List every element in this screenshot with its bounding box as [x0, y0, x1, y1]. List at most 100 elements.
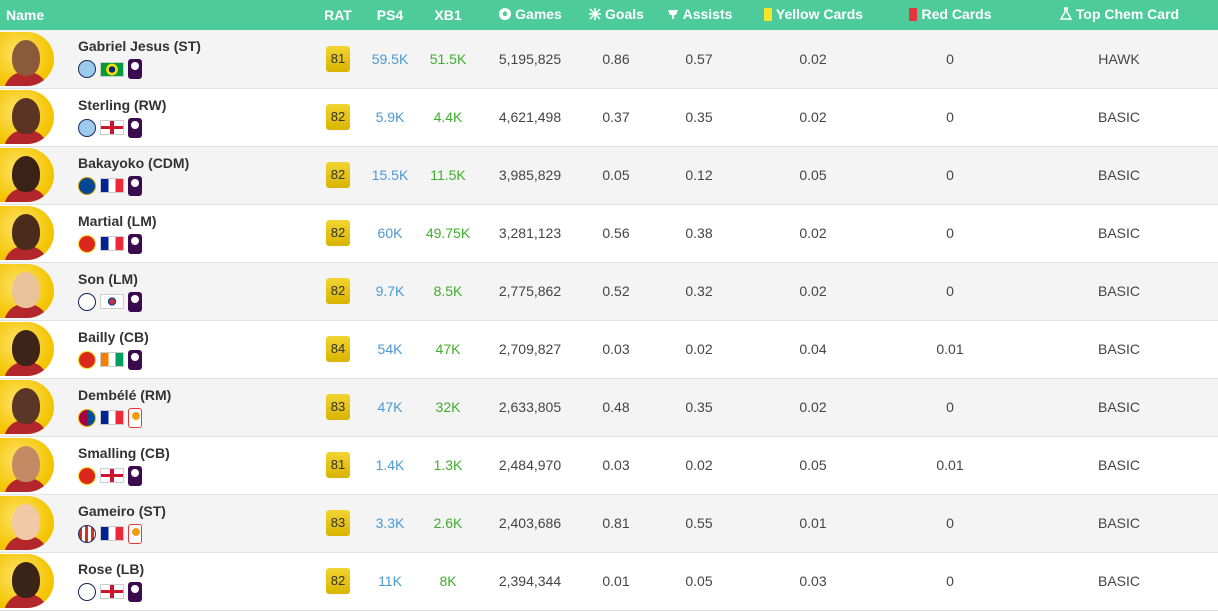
ps4-price: 47K: [377, 399, 403, 415]
soccer-ball-icon: [498, 7, 512, 24]
player-cell[interactable]: Gabriel Jesus (ST): [0, 30, 312, 88]
player-name[interactable]: Gabriel Jesus (ST): [78, 38, 201, 54]
column-header-rat[interactable]: RAT: [312, 0, 364, 30]
xb1-price: 51.5K: [429, 50, 467, 67]
player-cell[interactable]: Martial (LM): [0, 204, 312, 262]
header-rat-label: RAT: [324, 7, 352, 23]
header-xb1-label: XB1: [434, 7, 462, 23]
header-goals-label: Goals: [605, 6, 644, 22]
premier-league-logo: [128, 349, 142, 370]
player-name[interactable]: Martial (LM): [78, 213, 157, 229]
player-name[interactable]: Smalling (CB): [78, 445, 170, 461]
ps4-price: 59.5K: [371, 50, 409, 67]
column-header-games[interactable]: Games: [480, 0, 580, 30]
games-count: 2,709,827: [498, 341, 562, 357]
player-name[interactable]: Dembélé (RM): [78, 387, 171, 403]
rating-badge: 82: [326, 278, 350, 304]
games-count: 2,775,862: [498, 283, 562, 299]
header-assists-label: Assists: [682, 6, 733, 22]
player-avatar: [0, 264, 54, 318]
yellow-cards-value: 0.02: [799, 283, 827, 299]
column-header-red-cards[interactable]: Red Cards: [880, 0, 1020, 30]
player-name[interactable]: Son (LM): [78, 271, 142, 287]
rating-cell: 81: [312, 436, 364, 494]
xb1-price: 4.4K: [433, 109, 463, 125]
assist-shoe-icon: [666, 7, 680, 24]
table-row[interactable]: Rose (LB) 82 11K 8K 2,394,344 0.01 0.05 …: [0, 552, 1218, 610]
xb1-price: 47K: [435, 341, 461, 357]
assists-value: 0.05: [685, 573, 713, 589]
premier-league-logo: [128, 465, 142, 486]
rating-badge: 82: [326, 162, 350, 188]
assists-value: 0.02: [685, 457, 713, 473]
column-header-top-chem[interactable]: Top Chem Card: [1020, 0, 1218, 30]
xb1-price: 2.6K: [433, 515, 463, 531]
yellow-cards-value: 0.01: [799, 515, 827, 531]
table-row[interactable]: Bailly (CB) 84 54K 47K 2,709,827 0.03 0.…: [0, 320, 1218, 378]
assists-value: 0.32: [685, 283, 713, 299]
player-avatar: [0, 148, 54, 202]
yellow-cards-value: 0.02: [799, 399, 827, 415]
table-row[interactable]: Son (LM) 82 9.7K 8.5K 2,775,862 0.52 0.3…: [0, 262, 1218, 320]
yellow-cards-value: 0.02: [799, 225, 827, 241]
player-name[interactable]: Bailly (CB): [78, 329, 149, 345]
man-united-crest: [78, 466, 96, 485]
goals-value: 0.01: [602, 573, 630, 589]
xb1-price: 11.5K: [430, 167, 466, 183]
assists-value: 0.35: [685, 399, 713, 415]
top-chem-card: BASIC: [1097, 283, 1140, 299]
column-header-goals[interactable]: Goals: [580, 0, 652, 30]
player-name[interactable]: Gameiro (ST): [78, 503, 166, 519]
top-chem-card: HAWK: [1098, 50, 1140, 67]
player-stats-table: Name RAT PS4 XB1 Games Goals Assists Yel…: [0, 0, 1218, 611]
france-flag: [100, 410, 124, 425]
table-row[interactable]: Smalling (CB) 81 1.4K 1.3K 2,484,970 0.0…: [0, 436, 1218, 494]
red-cards-value: 0.01: [936, 341, 964, 357]
table-row[interactable]: Martial (LM) 82 60K 49.75K 3,281,123 0.5…: [0, 204, 1218, 262]
games-count: 2,394,344: [498, 573, 562, 589]
games-count: 2,633,805: [498, 399, 562, 415]
player-cell[interactable]: Smalling (CB): [0, 436, 312, 494]
flask-icon: [1059, 7, 1073, 24]
yellow-cards-value: 0.02: [799, 109, 827, 125]
yellow-cards-value: 0.04: [799, 341, 827, 357]
table-row[interactable]: Bakayoko (CDM) 82 15.5K 11.5K 3,985,829 …: [0, 146, 1218, 204]
assists-value: 0.55: [685, 515, 713, 531]
player-name[interactable]: Bakayoko (CDM): [78, 155, 189, 171]
table-row[interactable]: Sterling (RW) 82 5.9K 4.4K 4,621,498 0.3…: [0, 88, 1218, 146]
assists-value: 0.57: [685, 50, 713, 67]
column-header-name[interactable]: Name: [0, 0, 312, 30]
premier-league-logo: [128, 59, 142, 80]
column-header-xb1[interactable]: XB1: [416, 0, 480, 30]
player-cell[interactable]: Dembélé (RM): [0, 378, 312, 436]
table-row[interactable]: Gabriel Jesus (ST) 81 59.5K 51.5K 5,195,…: [0, 30, 1218, 88]
player-name[interactable]: Sterling (RW): [78, 97, 166, 113]
table-header-row: Name RAT PS4 XB1 Games Goals Assists Yel…: [0, 0, 1218, 30]
goals-value: 0.52: [602, 283, 630, 299]
column-header-yellow-cards[interactable]: Yellow Cards: [746, 0, 880, 30]
player-cell[interactable]: Bailly (CB): [0, 320, 312, 378]
xb1-price: 49.75K: [425, 225, 471, 241]
england-flag: [100, 584, 124, 599]
player-cell[interactable]: Sterling (RW): [0, 88, 312, 146]
table-row[interactable]: Dembélé (RM) 83 47K 32K 2,633,805 0.48 0…: [0, 378, 1218, 436]
games-count: 5,195,825: [498, 50, 562, 67]
top-chem-card: BASIC: [1097, 573, 1140, 589]
column-header-ps4[interactable]: PS4: [364, 0, 416, 30]
player-name[interactable]: Rose (LB): [78, 561, 144, 577]
games-count: 2,484,970: [498, 457, 562, 473]
rating-badge: 81: [326, 45, 350, 72]
france-flag: [100, 236, 124, 251]
player-cell[interactable]: Son (LM): [0, 262, 312, 320]
ps4-price: 1.4K: [375, 457, 405, 473]
xb1-price: 32K: [435, 399, 461, 415]
rating-cell: 82: [312, 146, 364, 204]
player-cell[interactable]: Bakayoko (CDM): [0, 146, 312, 204]
column-header-assists[interactable]: Assists: [652, 0, 746, 30]
table-row[interactable]: Gameiro (ST) 83 3.3K 2.6K 2,403,686 0.81…: [0, 494, 1218, 552]
player-cell[interactable]: Rose (LB): [0, 552, 312, 610]
player-cell[interactable]: Gameiro (ST): [0, 494, 312, 552]
premier-league-logo: [128, 117, 142, 138]
rating-cell: 82: [312, 88, 364, 146]
assists-value: 0.35: [685, 109, 713, 125]
